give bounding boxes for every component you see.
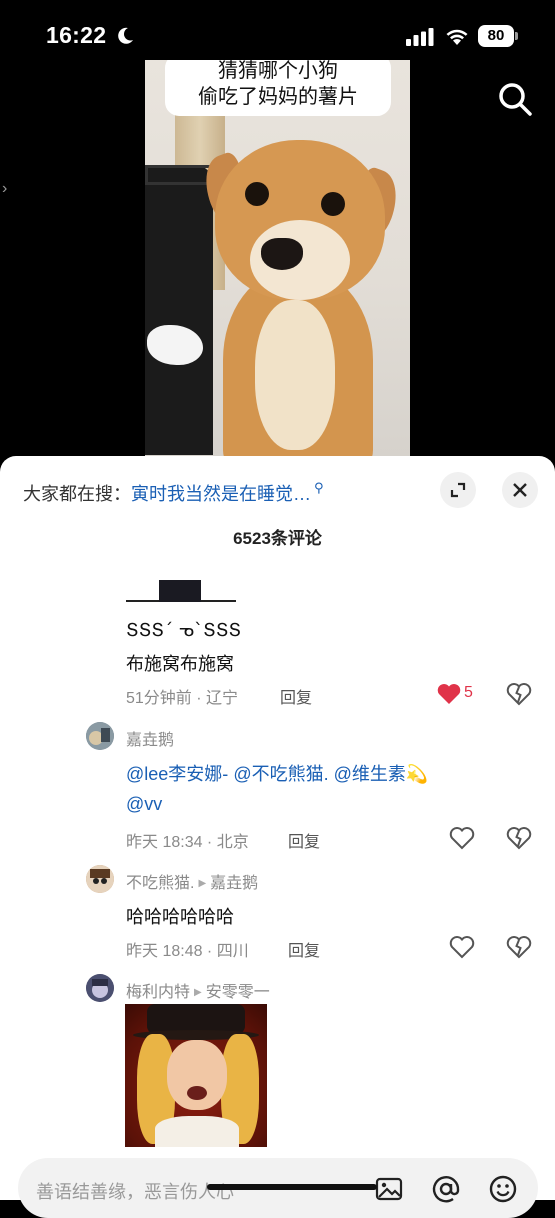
reply-to-name[interactable]: 安零零一 — [206, 984, 270, 1001]
wifi-icon — [446, 29, 468, 45]
heart-outline-icon[interactable] — [449, 826, 475, 850]
comment-count: 6523条评论 — [233, 529, 322, 548]
dog-eye — [245, 182, 269, 206]
mention-link[interactable]: @不吃熊猫. — [233, 764, 328, 784]
like-count: 5 — [464, 684, 473, 701]
author-name[interactable]: 梅利内特 — [126, 984, 190, 1001]
comment-text: @lee李安娜- @不吃熊猫. @维生素💫 — [126, 760, 428, 786]
avatar[interactable] — [86, 865, 114, 893]
comment-sticker-image[interactable] — [125, 1004, 267, 1147]
reply-button[interactable]: 回复 — [280, 684, 312, 708]
caption-line-1: 猜猜哪个小狗 — [218, 60, 338, 82]
comments-sheet: 大家都在搜：寅时我当然是在睡觉… ⚲ 6523条评论 ՏՏՏ´ ᓀ`ՏՏՏ 布施窝… — [0, 456, 555, 1218]
avatar[interactable] — [86, 722, 114, 750]
expand-button[interactable] — [440, 472, 476, 508]
caption-line-2: 偷吃了妈妈的薯片 — [198, 86, 358, 108]
avatar-image — [86, 865, 114, 893]
heart-outline-icon[interactable] — [449, 935, 475, 959]
comment-meta: 51分钟前 · 辽宁 — [126, 690, 239, 707]
mention-link[interactable]: @lee李安娜- — [126, 764, 228, 784]
close-icon — [513, 483, 527, 497]
avatar[interactable] — [86, 974, 114, 1002]
battery-nub — [515, 32, 518, 40]
search-icon[interactable] — [496, 80, 534, 118]
battery-indicator: 80 — [478, 25, 514, 47]
close-button[interactable] — [502, 472, 538, 508]
search-small-icon: ⚲ — [314, 480, 324, 495]
reply-button[interactable]: 回复 — [288, 937, 320, 961]
dog-nose — [261, 238, 303, 270]
expand-icon — [450, 482, 466, 498]
trending-prefix: 大家都在搜： — [23, 484, 131, 504]
broken-heart-icon[interactable] — [506, 682, 532, 706]
trash-bin — [145, 165, 223, 455]
reply-to-name[interactable]: 嘉垚鹅 — [210, 875, 258, 892]
comment-text: 哈哈哈哈哈哈 — [126, 907, 234, 927]
video-caption: 猜猜哪个小狗 偷吃了妈妈的薯片 — [165, 60, 391, 116]
moon-icon — [118, 27, 133, 44]
dog-eye — [321, 192, 345, 216]
comment-meta: 昨天 18:48 · 四川 — [126, 943, 249, 960]
trending-search[interactable]: 大家都在搜：寅时我当然是在睡觉… ⚲ — [23, 480, 324, 506]
comment-input-placeholder[interactable]: 善语结善缘，恶言伤人心 — [36, 1178, 234, 1204]
heart-filled-icon[interactable] — [436, 682, 462, 706]
reply-arrow-icon: ▶ — [198, 878, 207, 889]
broken-heart-icon[interactable] — [506, 935, 532, 959]
comment-author: 梅利内特 ▶ 安零零一 — [126, 978, 270, 1002]
status-time: 16:22 — [46, 22, 107, 48]
comment-kaomoji: ՏՏՏ´ ᓀ`ՏՏՏ — [126, 620, 242, 641]
side-chevron-icon[interactable]: › — [2, 180, 7, 198]
video-player[interactable]: 猜猜哪个小狗 偷吃了妈妈的薯片 — [145, 60, 410, 460]
comment-author[interactable]: 嘉垚鹅 — [126, 726, 174, 750]
avatar-image — [86, 722, 114, 750]
avatar-image — [86, 974, 114, 1002]
mention-link[interactable]: @vv — [126, 794, 162, 814]
broken-heart-icon[interactable] — [506, 826, 532, 850]
home-indicator[interactable] — [207, 1184, 377, 1190]
dog-chest — [255, 300, 335, 450]
reply-arrow-icon: ▶ — [194, 987, 202, 998]
comment-meta: 昨天 18:34 · 北京 — [126, 834, 249, 851]
mention-link[interactable]: @维生素💫 — [334, 764, 429, 784]
comment-text: 布施窝布施窝 — [126, 654, 234, 674]
cellular-signal-icon — [406, 28, 434, 46]
comment-text: @vv — [126, 794, 162, 815]
comment-author: 不吃熊猫. ▶ 嘉垚鹅 — [126, 869, 258, 893]
reply-button[interactable]: 回复 — [288, 828, 320, 852]
author-name[interactable]: 不吃熊猫. — [126, 875, 194, 892]
trending-keyword[interactable]: 寅时我当然是在睡觉… — [131, 484, 311, 504]
